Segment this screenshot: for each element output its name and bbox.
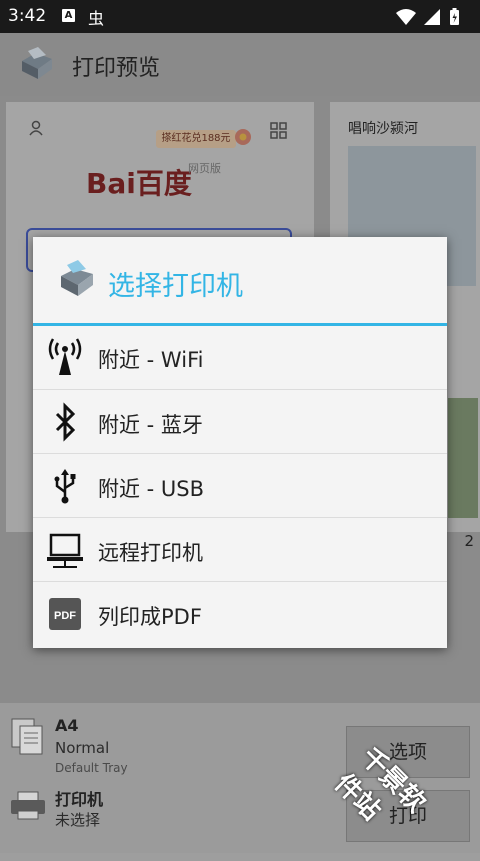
printer-status: 未选择	[55, 811, 101, 829]
app-logo-printer-icon	[16, 47, 56, 87]
flower-icon	[232, 126, 254, 152]
option-label: 远程打印机	[98, 541, 203, 565]
dialog-title: 选择打印机	[108, 271, 243, 302]
computer-icon	[45, 530, 85, 570]
pdf-icon: PDF	[45, 594, 85, 634]
app-bar: 打印预览	[0, 33, 480, 96]
printer-icon	[9, 791, 47, 825]
option-print-to-pdf[interactable]: PDF 列印成PDF	[33, 581, 447, 646]
option-remote-printer[interactable]: 远程打印机	[33, 517, 447, 582]
bluetooth-icon	[45, 402, 85, 442]
dialog-header: 选择打印机	[33, 237, 447, 326]
user-icon	[28, 120, 44, 140]
status-icons	[394, 7, 470, 31]
paper-document-icon	[10, 717, 46, 759]
paper-size: A4	[55, 716, 79, 735]
wifi-antenna-icon	[45, 337, 85, 377]
option-nearby-bluetooth[interactable]: 附近 - 蓝牙	[33, 389, 447, 454]
status-time: 3:42	[8, 6, 47, 26]
paper-tray: Default Tray	[55, 761, 128, 775]
page-title: 打印预览	[72, 56, 161, 81]
status-bar: 3:42 A 虫	[0, 0, 480, 33]
preview-headline: 唱响沙颍河	[348, 121, 418, 137]
baidu-logo-note: 网页版	[188, 162, 221, 175]
option-label: 附近 - 蓝牙	[98, 413, 203, 437]
page-number: 2	[464, 532, 474, 550]
battery-icon	[450, 8, 459, 25]
option-label: 列印成PDF	[98, 605, 202, 629]
option-label: 附近 - USB	[98, 477, 205, 501]
option-label: 附近 - WiFi	[98, 348, 204, 372]
notification-a-icon: A	[62, 9, 75, 22]
notification-bug-icon: 虫	[88, 9, 105, 28]
baidu-logo: Bai百度	[86, 167, 192, 200]
preview-photo-2	[448, 398, 478, 518]
printer-app-icon	[53, 259, 97, 303]
promo-banner: 搽红花兑188元	[156, 130, 236, 148]
paper-type: Normal	[55, 739, 110, 757]
wifi-signal-icon	[396, 9, 416, 25]
option-nearby-wifi[interactable]: 附近 - WiFi	[33, 325, 447, 389]
printer-label: 打印机	[55, 790, 104, 809]
grid-menu-icon	[270, 122, 288, 144]
select-printer-dialog: 选择打印机 附近 - WiFi 附近 - 蓝牙 附近 - USB 远程打印机 P…	[33, 237, 447, 648]
cell-signal-icon	[424, 9, 440, 25]
svg-text:PDF: PDF	[54, 610, 76, 622]
usb-icon	[45, 466, 85, 506]
option-nearby-usb[interactable]: 附近 - USB	[33, 453, 447, 518]
